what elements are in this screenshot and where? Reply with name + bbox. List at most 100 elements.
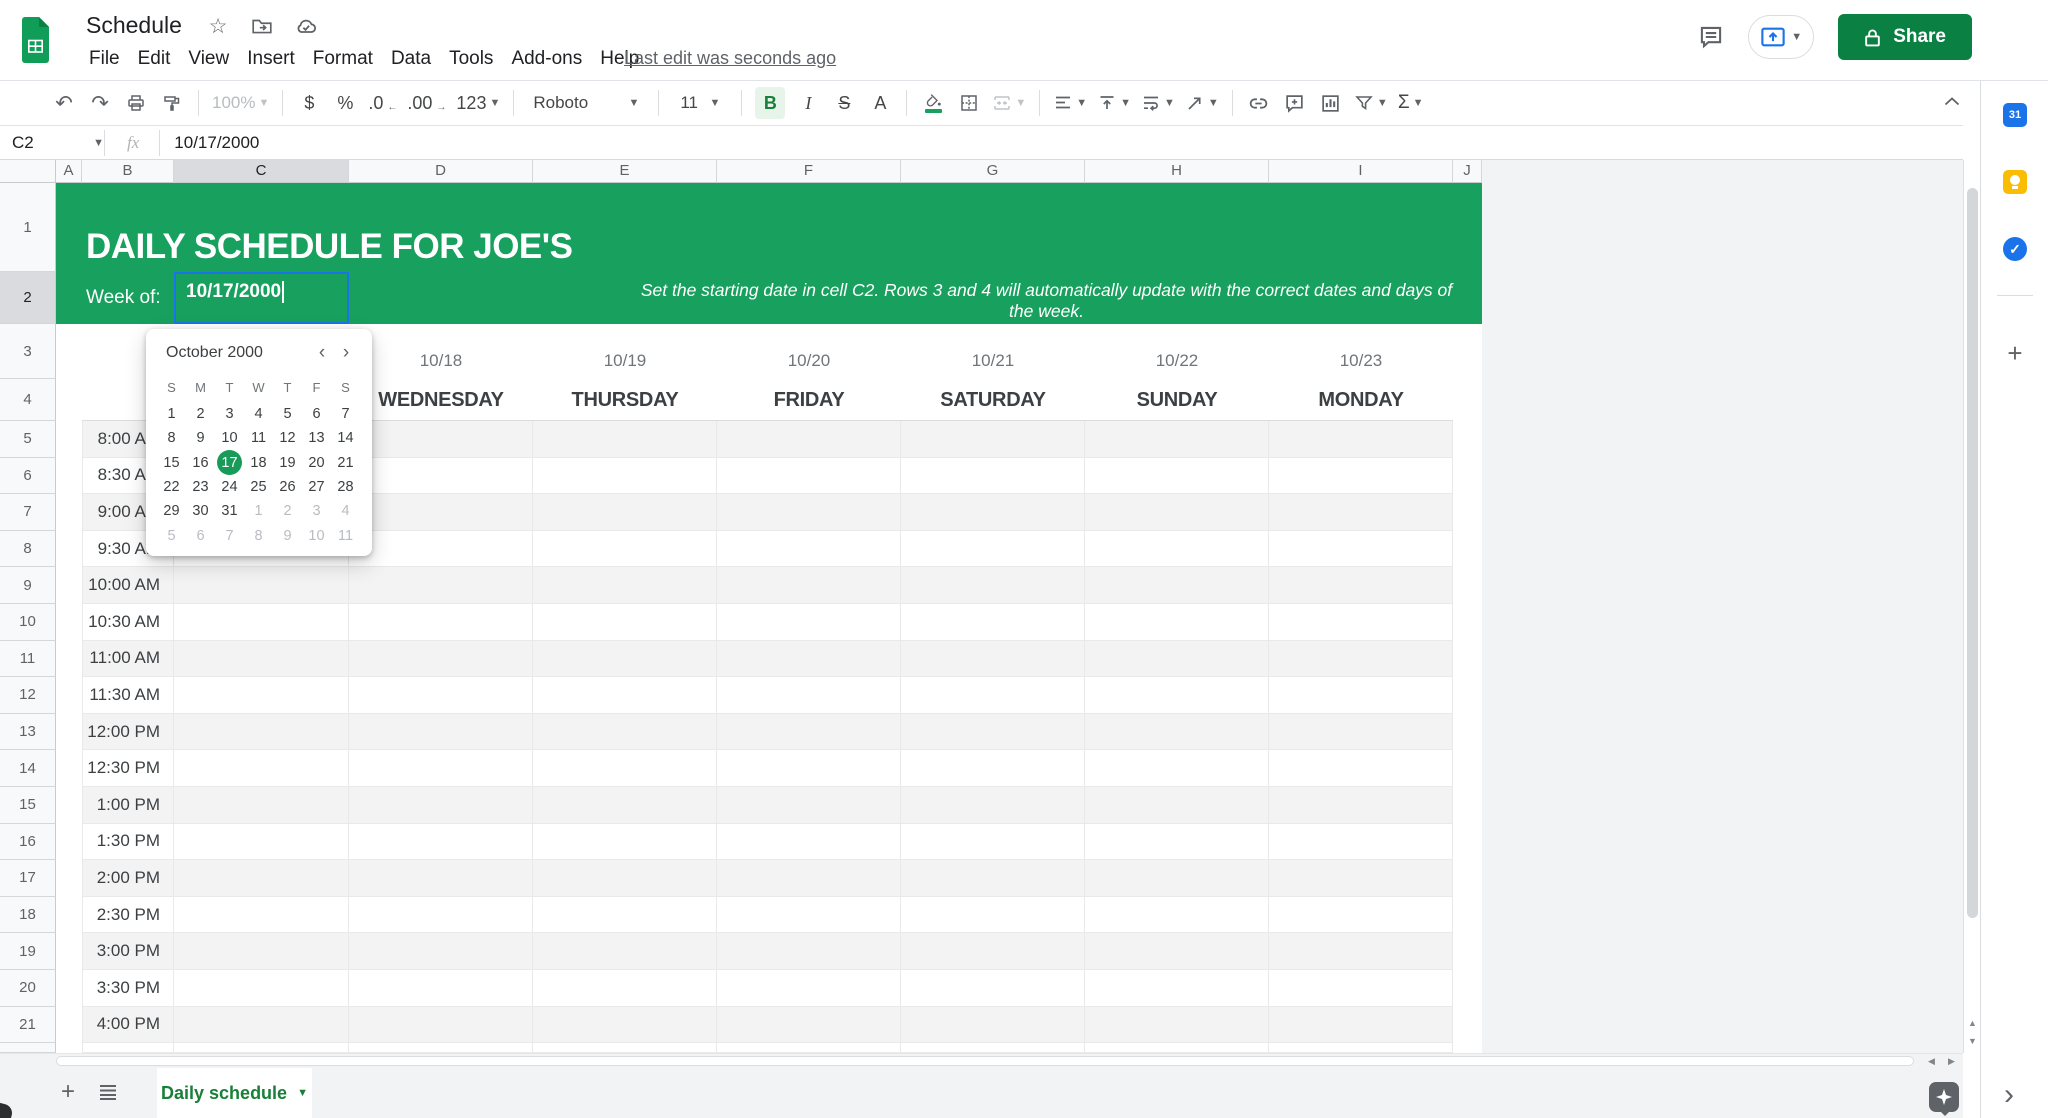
horizontal-scrollbar-thumb[interactable] <box>56 1056 1914 1066</box>
row-header-17[interactable]: 17 <box>0 860 56 897</box>
text-wrap-button[interactable]: ▼ <box>1141 87 1175 119</box>
cell-H22[interactable] <box>1085 1043 1269 1053</box>
cell-H17[interactable] <box>1085 860 1269 897</box>
get-add-ons-icon[interactable]: + <box>2001 338 2029 368</box>
cell-E8[interactable] <box>533 530 717 568</box>
calendar-day[interactable]: 25 <box>244 475 273 499</box>
cell-G22[interactable] <box>901 1043 1085 1053</box>
bold-button[interactable]: B <box>755 87 786 119</box>
row-header-14[interactable]: 14 <box>0 750 56 787</box>
calendar-day[interactable]: 6 <box>302 402 331 426</box>
cell-E22[interactable] <box>533 1043 717 1053</box>
menu-addons[interactable]: Add-ons <box>502 44 591 74</box>
text-color-button[interactable]: A <box>867 87 893 119</box>
cell-B15[interactable]: 1:00 PM <box>82 787 174 824</box>
cell-C22[interactable] <box>174 1043 349 1053</box>
cell-C17[interactable] <box>174 860 349 897</box>
calendar-day[interactable]: 20 <box>302 451 331 475</box>
hide-side-panel-chevron[interactable]: › <box>2004 1078 2014 1112</box>
calendar-day[interactable]: 22 <box>157 475 186 499</box>
cell-H19[interactable] <box>1085 933 1269 970</box>
row-header-1[interactable]: 1 <box>0 183 56 272</box>
prev-month-button[interactable]: ‹ <box>310 342 334 364</box>
insert-comment-button[interactable] <box>1282 87 1308 119</box>
tab-menu-arrow[interactable]: ▼ <box>297 1087 308 1099</box>
cell-I6[interactable] <box>1269 457 1453 495</box>
cell-G9[interactable] <box>901 567 1085 604</box>
explore-button[interactable] <box>1929 1082 1959 1116</box>
cell-I14[interactable] <box>1269 750 1453 787</box>
row-header-9[interactable]: 9 <box>0 567 56 604</box>
cell-H14[interactable] <box>1085 750 1269 787</box>
menu-data[interactable]: Data <box>382 44 440 74</box>
present-dropdown-arrow[interactable]: ▼ <box>1791 31 1802 43</box>
cell-I11[interactable] <box>1269 640 1453 678</box>
cell-B22[interactable] <box>82 1043 174 1053</box>
calendar-day[interactable]: 1 <box>244 499 273 523</box>
date-cell[interactable]: 10/23 <box>1269 346 1453 376</box>
row-header-5[interactable]: 5 <box>0 421 56 458</box>
day-name-cell[interactable]: THURSDAY <box>533 379 717 421</box>
cell-G16[interactable] <box>901 823 1085 861</box>
cell-D5[interactable] <box>349 421 533 458</box>
cell-E14[interactable] <box>533 750 717 787</box>
cell-F13[interactable] <box>717 713 901 751</box>
cell-G21[interactable] <box>901 1006 1085 1044</box>
name-box-arrow[interactable]: ▼ <box>93 137 104 149</box>
calendar-day[interactable]: 2 <box>186 402 215 426</box>
name-box[interactable]: C2 ▼ <box>0 133 104 153</box>
row-header-11[interactable]: 11 <box>0 640 56 678</box>
cell-H7[interactable] <box>1085 494 1269 531</box>
next-month-button[interactable]: › <box>334 342 358 364</box>
calendar-day[interactable]: 7 <box>215 523 244 547</box>
column-header-G[interactable]: G <box>901 160 1085 183</box>
cell-E13[interactable] <box>533 713 717 751</box>
cell-H9[interactable] <box>1085 567 1269 604</box>
cell-D11[interactable] <box>349 640 533 678</box>
cell-G6[interactable] <box>901 457 1085 495</box>
insert-chart-button[interactable] <box>1318 87 1344 119</box>
cell-H15[interactable] <box>1085 787 1269 824</box>
calendar-day[interactable]: 10 <box>302 523 331 547</box>
row-header-20[interactable]: 20 <box>0 970 56 1007</box>
cell-H21[interactable] <box>1085 1006 1269 1044</box>
keep-icon[interactable] <box>2003 170 2027 194</box>
comment-history-icon[interactable] <box>1698 24 1724 50</box>
calendar-day[interactable]: 27 <box>302 475 331 499</box>
column-header-H[interactable]: H <box>1085 160 1269 183</box>
week-of-label[interactable]: Week of: <box>86 287 161 309</box>
cell-D6[interactable] <box>349 457 533 495</box>
cell-I21[interactable] <box>1269 1006 1453 1044</box>
row-header-3[interactable]: 3 <box>0 324 56 379</box>
column-header-C[interactable]: C <box>174 160 349 183</box>
cell-B21[interactable]: 4:00 PM <box>82 1006 174 1044</box>
row-header-2[interactable]: 2 <box>0 272 56 324</box>
cell-B14[interactable]: 12:30 PM <box>82 750 174 787</box>
cell-D22[interactable] <box>349 1043 533 1053</box>
cell-F19[interactable] <box>717 933 901 970</box>
strikethrough-button[interactable]: S <box>831 87 857 119</box>
cell-E16[interactable] <box>533 823 717 861</box>
vertical-scrollbar[interactable]: ▲ ▼ <box>1963 160 1980 1053</box>
calendar-day[interactable]: 1 <box>157 402 186 426</box>
column-header-B[interactable]: B <box>82 160 174 183</box>
calendar-day[interactable]: 31 <box>215 499 244 523</box>
cell-E10[interactable] <box>533 604 717 641</box>
calendar-day[interactable]: 2 <box>273 499 302 523</box>
cell-D14[interactable] <box>349 750 533 787</box>
row-header-19[interactable]: 19 <box>0 933 56 970</box>
undo-button[interactable]: ↶ <box>51 87 77 119</box>
calendar-day[interactable]: 4 <box>244 402 273 426</box>
cell-G7[interactable] <box>901 494 1085 531</box>
calendar-day[interactable]: 3 <box>302 499 331 523</box>
italic-button[interactable]: I <box>795 87 821 119</box>
merge-cells-button[interactable]: ▼ <box>992 87 1026 119</box>
row-header-21[interactable]: 21 <box>0 1006 56 1044</box>
cell-F10[interactable] <box>717 604 901 641</box>
cell-H11[interactable] <box>1085 640 1269 678</box>
cell-I22[interactable] <box>1269 1043 1453 1053</box>
cell-H6[interactable] <box>1085 457 1269 495</box>
horizontal-scrollbar[interactable]: ◀ ▶ <box>0 1053 1963 1068</box>
cell-E12[interactable] <box>533 677 717 714</box>
cell-C21[interactable] <box>174 1006 349 1044</box>
